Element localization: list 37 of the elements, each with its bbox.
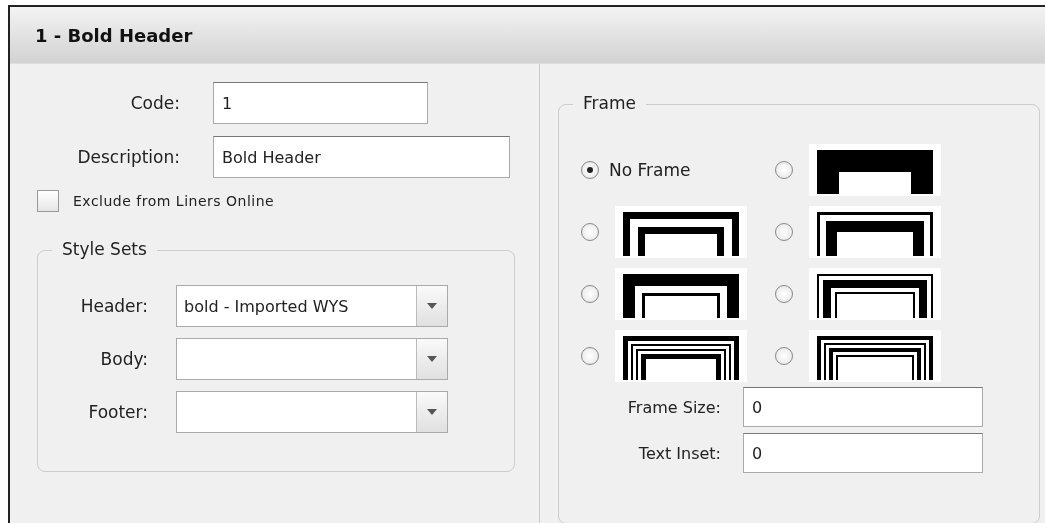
field-label: Description:	[76, 147, 181, 167]
text-field[interactable]: 0	[743, 433, 983, 473]
frame-style-icon	[809, 144, 941, 196]
radio-button[interactable]	[581, 347, 599, 365]
caret-icon	[427, 409, 437, 415]
checkbox[interactable]	[37, 190, 59, 212]
select-label: Body:	[99, 349, 149, 369]
frame-style-icon	[809, 330, 941, 382]
caret-icon	[427, 356, 437, 362]
dropdown[interactable]: bold - Imported WYS	[176, 285, 448, 327]
panel-title: 1 - Bold Header	[35, 24, 193, 46]
dropdown[interactable]	[176, 391, 448, 433]
frame-style-icon	[615, 330, 747, 382]
checkbox-label: Exclude from Liners Online	[73, 193, 275, 209]
caret-icon	[427, 303, 437, 309]
select-label: Header:	[79, 296, 149, 316]
text-field[interactable]: 0	[743, 387, 983, 427]
select-label: Footer:	[87, 402, 149, 422]
dropdown[interactable]	[176, 338, 448, 380]
text-field[interactable]: Bold Header	[213, 136, 510, 178]
group-legend: Style Sets	[52, 239, 157, 259]
frame-style-icon	[615, 268, 747, 320]
radio-button[interactable]	[775, 223, 793, 241]
text-field[interactable]: 1	[213, 82, 428, 124]
field-label: Text Inset:	[637, 443, 722, 463]
radio-label: No Frame	[609, 160, 691, 180]
field-label: Code:	[129, 93, 181, 113]
frame-style-icon	[809, 206, 941, 258]
frame-style-icon	[809, 268, 941, 320]
radio-button[interactable]	[581, 161, 599, 179]
field-label: Frame Size:	[626, 397, 722, 417]
radio-button[interactable]	[775, 285, 793, 303]
radio-button[interactable]	[581, 223, 599, 241]
radio-button[interactable]	[775, 161, 793, 179]
radio-button[interactable]	[775, 347, 793, 365]
frame-style-icon	[615, 206, 747, 258]
radio-button[interactable]	[581, 285, 599, 303]
